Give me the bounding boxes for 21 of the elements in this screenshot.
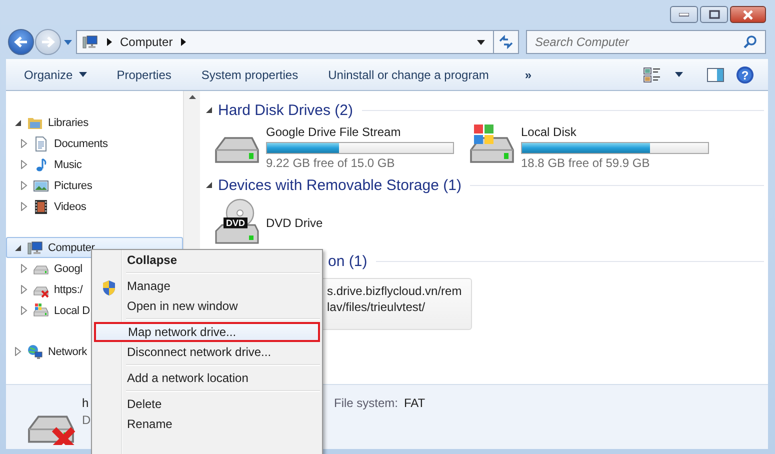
tree-item-label: Documents [54,138,108,150]
property-value: FAT [404,396,426,410]
drive-name: Google Drive File Stream [266,125,402,139]
drive-name: DVD Drive [266,216,323,230]
tree-item-label: https:/ [54,284,83,296]
tree-item-label: Network [48,346,87,358]
drive-name: Local Disk [521,125,578,139]
location-path: lav/files/trieulvtest/ [327,300,426,314]
item-type: D [82,413,91,427]
item-name: h [82,396,89,410]
tree-item-label: Computer [48,242,95,254]
tree-item-label: Music [54,158,82,170]
tree-item-label: Local D [54,304,90,316]
tree-item-label: Googl [54,262,82,274]
tree-item-label: Pictures [54,180,92,192]
location-path: s.drive.bizflycloud.vn/rem [327,284,463,298]
free-space-text: 9.22 GB free of 15.0 GB [266,156,396,170]
free-space-text: 18.8 GB free of 59.9 GB [521,156,651,170]
property-label: File system: [334,396,398,410]
tree-item-label: Libraries [48,116,88,128]
tree-item-label: Videos [54,200,86,212]
